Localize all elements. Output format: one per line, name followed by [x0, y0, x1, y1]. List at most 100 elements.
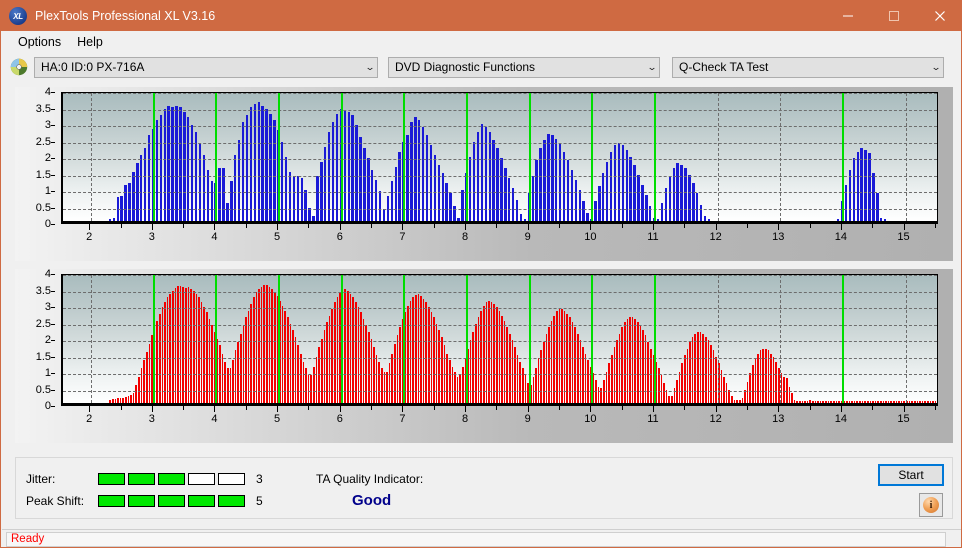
chart-bar	[566, 159, 570, 221]
chart-bar	[775, 361, 778, 403]
x-axis-label: 12	[709, 231, 722, 243]
chart-bar	[394, 343, 396, 403]
chart-bar	[531, 176, 534, 221]
x-axis-tick	[715, 224, 717, 230]
y-axis-tick	[51, 174, 55, 176]
chart-bar	[166, 297, 169, 403]
chart-bar	[294, 337, 297, 403]
x-axis-tick	[903, 406, 905, 412]
chart-bar	[315, 356, 318, 403]
application-window: XL PlexTools Professional XL V3.16 Optio…	[0, 0, 962, 548]
chart-bar	[885, 401, 887, 403]
drive-select[interactable]: HA:0 ID:0 PX-716A ⌄	[34, 56, 378, 78]
x-axis-label: 7	[399, 413, 406, 425]
peak-shift-meter	[98, 495, 248, 507]
x-axis-label: 4	[211, 413, 218, 425]
test-select[interactable]: Q-Check TA Test ⌄	[672, 56, 944, 78]
x-axis-tick	[339, 224, 341, 230]
chart-bar	[616, 340, 618, 403]
chart-bar	[136, 163, 139, 221]
function-select[interactable]: DVD Diagnostic Functions ⌄	[388, 56, 660, 78]
peak-shift-chart-panel: 0 0.5 1 1.5 2 2.5 3 3.5 4 2 3 4 5 6 7 8 9 10 11 12 13 14 15	[15, 268, 953, 443]
x-axis-label: 13	[772, 231, 785, 243]
chart-bar	[320, 161, 323, 221]
y-axis-label: 2.5	[35, 317, 51, 330]
chart-bar	[114, 399, 117, 403]
chart-bar	[108, 219, 112, 221]
status-message: Ready	[11, 533, 45, 545]
chart-bar	[229, 368, 232, 403]
chart-bar	[746, 381, 749, 403]
marker-line	[841, 275, 844, 403]
chart-bar	[725, 383, 728, 403]
chart-bar	[650, 348, 652, 403]
chart-bar	[453, 206, 456, 221]
chart-bar	[211, 325, 213, 403]
chart-bar	[360, 312, 362, 403]
chart-bar	[600, 388, 603, 403]
close-icon[interactable]	[917, 1, 961, 31]
chart-bar	[383, 371, 386, 403]
maximize-icon[interactable]	[871, 1, 917, 31]
chart-bar	[446, 353, 448, 403]
chart-bar	[621, 145, 625, 221]
chart-bar	[430, 312, 433, 403]
chart-bar	[895, 401, 898, 403]
chart-bar	[388, 363, 391, 403]
chart-bar	[143, 148, 147, 221]
peak-shift-chart-bars	[63, 275, 937, 403]
chart-bar	[271, 289, 273, 403]
chart-bar	[362, 318, 365, 403]
y-axis-tick	[51, 340, 55, 341]
chart-bar	[111, 399, 114, 403]
chart-bar	[488, 131, 491, 221]
chart-bar	[851, 401, 853, 403]
x-axis-label: 14	[834, 231, 848, 243]
chart-bar	[328, 315, 331, 403]
chart-bar	[911, 401, 913, 403]
x-axis-tick	[840, 224, 842, 230]
marker-line	[653, 93, 656, 221]
chart-bar	[707, 340, 710, 403]
minimize-icon[interactable]	[825, 1, 871, 31]
chart-bar	[788, 386, 791, 403]
x-axis-tick	[559, 406, 560, 410]
chart-bar	[540, 350, 542, 403]
chart-bar	[860, 148, 863, 221]
peak-shift-value: 5	[256, 494, 263, 508]
chart-bar	[571, 322, 574, 403]
chart-bar	[472, 332, 475, 403]
y-axis-tick	[51, 92, 55, 93]
chart-bar	[566, 313, 569, 403]
chart-bar	[610, 355, 613, 403]
chart-bar	[280, 141, 284, 221]
x-axis-label: 6	[336, 413, 343, 425]
x-axis-tick	[684, 224, 686, 228]
x-axis-label: 10	[584, 231, 597, 243]
menu-item-options[interactable]: Options	[10, 33, 69, 51]
menu-item-help[interactable]: Help	[69, 33, 111, 51]
chart-bar	[459, 374, 461, 403]
chart-bar	[634, 318, 637, 403]
chevron-down-icon: ⌄	[647, 61, 658, 72]
marker-line	[278, 275, 281, 403]
chart-bar	[433, 317, 435, 403]
chart-bar	[754, 358, 757, 403]
chart-bar	[304, 189, 307, 221]
x-axis-tick	[778, 406, 780, 412]
chart-bar	[603, 379, 605, 403]
chart-bar	[414, 294, 417, 403]
chart-bar	[676, 379, 678, 403]
chart-bar	[859, 401, 861, 403]
y-axis-label: 2.5	[35, 135, 51, 148]
chart-bar	[417, 294, 420, 403]
info-button[interactable]: i	[919, 493, 943, 517]
chart-bar	[249, 107, 253, 221]
chart-bar	[767, 350, 770, 403]
start-button[interactable]: Start	[878, 464, 944, 486]
meter-cell	[98, 473, 125, 485]
chart-bar	[331, 308, 333, 403]
chart-bar	[438, 330, 441, 403]
chart-bar	[187, 117, 190, 221]
chart-bar	[412, 297, 414, 403]
